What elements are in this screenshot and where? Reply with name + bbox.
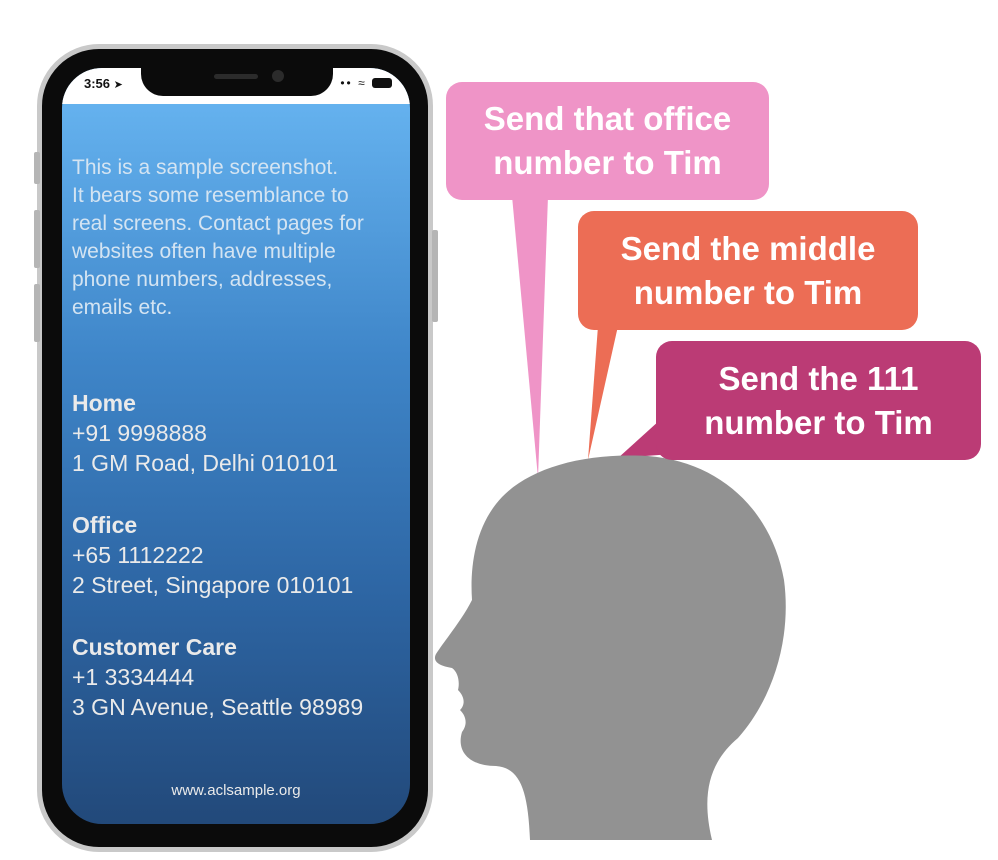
bubble-line: number to Tim	[704, 403, 933, 441]
speech-bubble-111: Send the 111 number to Tim	[656, 341, 981, 460]
bubble-tail-1	[512, 196, 548, 478]
bubble-line: Send the middle	[620, 229, 876, 267]
bubble-line: number to Tim	[633, 273, 863, 311]
head-silhouette-icon	[434, 455, 786, 840]
bubble-tail-2	[588, 326, 618, 460]
bubble-line: number to Tim	[493, 144, 722, 181]
bubble-line: Send that office	[483, 100, 732, 137]
speech-bubble-office: Send that office number to Tim	[446, 82, 769, 200]
speech-bubble-middle: Send the middle number to Tim	[578, 211, 918, 330]
bubble-line: Send the 111	[718, 359, 919, 397]
